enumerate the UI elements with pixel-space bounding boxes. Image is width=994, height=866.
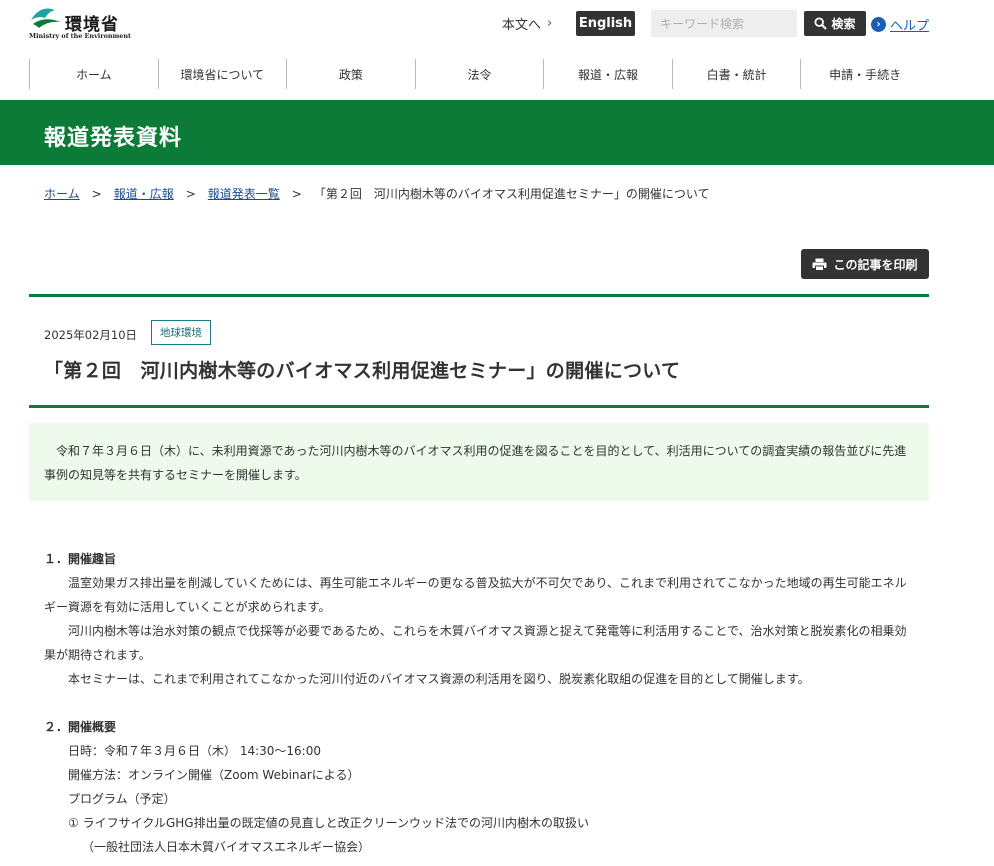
lead-line-1: 令和７年３月６日（木）に、未利用資源であった河川内樹木等のバイオマス利用の促進を…	[56, 444, 907, 458]
search-button[interactable]: 検索	[804, 11, 866, 36]
nav-item-policy[interactable]: 政策	[286, 59, 415, 89]
purpose-paragraph-3: 本セミナーは、これまで利用されてこなかった河川付近のバイオマス資源の利活用を図り…	[68, 672, 810, 686]
search-icon	[814, 17, 828, 30]
breadcrumb-separator: >	[91, 186, 102, 201]
search-button-label: 検索	[831, 17, 856, 31]
section-heading-purpose: １．開催趣旨	[44, 552, 117, 566]
breadcrumb: ホーム > 報道・広報 > 報道発表一覧 > 「第２回 河川内樹木等のバイオマス…	[44, 185, 710, 202]
overview-method: 開催方法：オンライン開催（Zoom Webinarによる）	[68, 768, 360, 782]
printer-icon	[812, 258, 827, 271]
lead-summary-box: 令和７年３月６日（木）に、未利用資源であった河川内樹木等のバイオマス利用の促進を…	[29, 423, 929, 501]
breadcrumb-current: 「第２回 河川内樹木等のバイオマス利用促進セミナー」の開催について	[313, 187, 710, 201]
program-item-1: ① ライフサイクルGHG排出量の既定値の見直しと改正クリーンウッド法での河川内樹…	[68, 816, 589, 830]
purpose-paragraph-2-line-2: 果が期待されます。	[44, 648, 151, 662]
help-link[interactable]: › ヘルプ	[871, 15, 929, 34]
search-input[interactable]	[651, 10, 797, 37]
purpose-paragraph-2-line-1: 河川内樹木等は治水対策の観点で伐採等が必要であるため、これらを木質バイオマス資源…	[68, 624, 907, 638]
nav-item-press[interactable]: 報道・広報	[543, 59, 672, 89]
overview-datetime: 日時：令和７年３月６日（木） 14:30〜16:00	[68, 744, 321, 758]
breadcrumb-separator: >	[185, 186, 196, 201]
nav-item-about[interactable]: 環境省について	[157, 59, 287, 89]
site-header: 環境省 Ministry of the Environment 本文へ › En…	[0, 0, 994, 48]
article-meta: 2025年02月10日 地球環境	[44, 320, 212, 345]
breadcrumb-press[interactable]: 報道・広報	[114, 185, 174, 202]
print-button-label: この記事を印刷	[833, 257, 918, 272]
breadcrumb-separator: >	[291, 186, 302, 201]
title-bottom-rule	[29, 405, 929, 408]
print-article-button[interactable]: この記事を印刷	[801, 249, 929, 279]
english-button[interactable]: English	[576, 11, 635, 36]
nav-item-application[interactable]: 申請・手続き	[800, 59, 929, 89]
purpose-paragraph-1-line-1: 温室効果ガス排出量を削減していくためには、再生可能エネルギーの更なる普及拡大が不…	[68, 576, 907, 590]
nav-item-law[interactable]: 法令	[414, 59, 544, 89]
skip-link-label: 本文へ	[502, 18, 542, 33]
title-top-rule	[29, 294, 929, 297]
purpose-paragraph-1-line-2: ギー資源を有効に活用していくことが求められます。	[44, 600, 331, 614]
chevron-circle-icon: ›	[871, 17, 886, 32]
global-nav: ホーム 環境省について 政策 法令 報道・広報 白書・統計 申請・手続き	[29, 59, 929, 89]
overview-program: プログラム（予定）	[68, 792, 176, 806]
section-banner: 報道発表資料	[0, 100, 994, 165]
category-tag[interactable]: 地球環境	[151, 320, 212, 345]
nav-item-home[interactable]: ホーム	[29, 59, 158, 89]
article-body: １．開催趣旨 温室効果ガス排出量を削減していくためには、再生可能エネルギーの更な…	[44, 547, 914, 859]
help-link-label[interactable]: ヘルプ	[890, 15, 929, 34]
logo-mark-icon	[31, 8, 61, 28]
article-title: 「第２回 河川内樹木等のバイオマス利用促進セミナー」の開催について	[44, 360, 681, 382]
skip-to-content-link[interactable]: 本文へ ›	[502, 14, 552, 33]
article-date: 2025年02月10日	[44, 327, 138, 342]
breadcrumb-press-list[interactable]: 報道発表一覧	[208, 185, 280, 202]
logo-subtitle: Ministry of the Environment	[29, 32, 131, 40]
ministry-logo[interactable]: 環境省 Ministry of the Environment	[29, 6, 131, 42]
program-item-1-organization: （一般社団法人日本木質バイオマスエネルギー協会）	[82, 840, 371, 854]
nav-item-whitepaper[interactable]: 白書・統計	[671, 59, 801, 89]
chevron-right-icon: ›	[547, 16, 553, 31]
lead-line-2: 事例の知見等を共有するセミナーを開催します。	[44, 468, 307, 482]
breadcrumb-home[interactable]: ホーム	[44, 185, 80, 202]
section-heading-overview: ２．開催概要	[44, 720, 117, 734]
section-title: 報道発表資料	[44, 126, 183, 151]
